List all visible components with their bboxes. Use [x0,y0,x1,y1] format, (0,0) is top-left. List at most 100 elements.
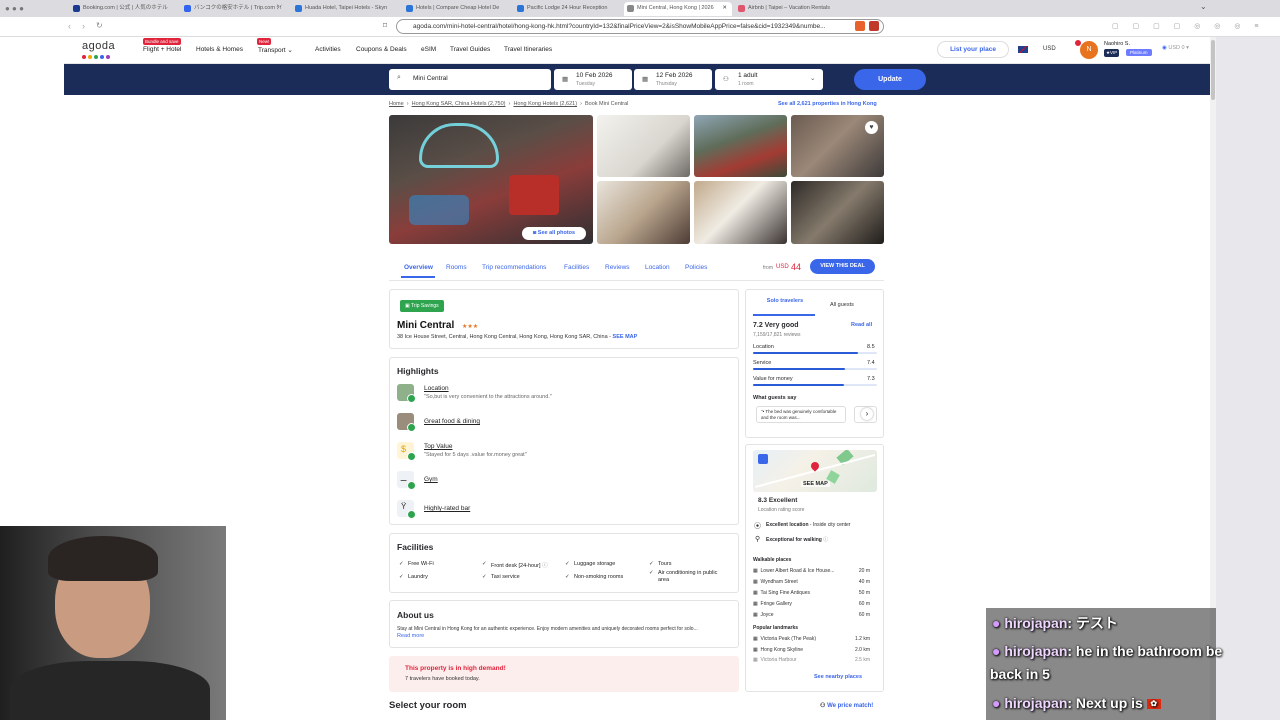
guest-quote-card[interactable]: "• The bed was genuinely comfortable and… [756,406,846,423]
photo-thumb[interactable]: ♥ [791,115,884,177]
highlights-title: Highlights [397,366,439,376]
photo-thumb[interactable] [694,115,787,177]
photo-thumb[interactable] [694,181,787,244]
browser-tab[interactable]: Hotels | Compare Cheap Hotel De [403,2,511,16]
brave-shield-icon[interactable] [855,21,865,31]
tab-solo-travelers[interactable]: Solo travelers [764,298,806,305]
streamer-shirt-image [10,661,210,720]
metric-value: 7.3 [867,376,875,382]
info-icon[interactable]: ⓘ [823,537,828,543]
breadcrumb-city[interactable]: Hong Kong Hotels (2,621) [513,101,577,107]
forward-icon[interactable]: › [82,21,85,31]
scrollbar-thumb[interactable] [1211,40,1215,100]
location-score: 8.3 Excellent [758,497,798,504]
update-button[interactable]: Update [854,69,926,90]
window-controls[interactable]: ● ● ● [5,4,24,13]
nav-esim[interactable]: eSIM [421,46,436,53]
tab-facilities[interactable]: Facilities [564,264,589,271]
nav-hotels-homes[interactable]: Hotels & Homes [196,46,243,53]
highlight-gym[interactable]: Gym [424,476,438,483]
nav-flight-hotel[interactable]: Flight + Hotel [143,46,181,53]
metric-bar-fill [753,368,845,370]
user-name[interactable]: Naohiro S. [1104,41,1130,47]
tab-overflow-icon[interactable]: ⌄ [1200,2,1207,11]
balance[interactable]: ◉ USD 0 ▾ [1162,45,1189,51]
nav-travel-itineraries[interactable]: Travel Itineraries [504,46,552,53]
browser-tab[interactable]: Huada Hotel, Taipei Hotels - Skyn [292,2,400,16]
highlight-top-value[interactable]: Top Value [424,443,452,450]
main-photo[interactable]: ◙ See all photos [389,115,593,244]
nav-transport[interactable]: Transport ⌄ [258,46,293,54]
read-more-link[interactable]: Read more [397,633,424,639]
browser-tab[interactable]: Airbnb | Taipei – Vacation Rentals [735,2,865,16]
highlight-food[interactable]: Great food & dining [424,418,480,425]
map-see-map[interactable]: SEE MAP [801,481,830,487]
browser-tab[interactable]: Pacific Lodge 24 Hour Reception [514,2,622,16]
tab-rooms[interactable]: Rooms [446,264,467,271]
list-your-place-button[interactable]: List your place [937,41,1009,58]
agoda-logo-dots [82,54,110,61]
facility-item: Taxi service [482,574,520,580]
breadcrumb-country[interactable]: Hong Kong SAR, China Hotels (2,750) [412,101,506,107]
landmark: ▦ Victoria Peak (The Peak) [753,636,817,642]
map-preview[interactable]: SEE MAP [753,450,877,492]
breadcrumb-home[interactable]: Home [389,101,404,107]
coin-icon: ◉ [1162,45,1167,51]
tab-trip-recommendations[interactable]: Trip recommendations [482,264,546,271]
bookmark-icon[interactable]: ⌑ [383,21,387,30]
highlight-location[interactable]: Location [424,385,449,392]
landmark-icon: ▦ [753,647,758,653]
calendar-icon: ▦ [562,76,569,83]
walkable-title: Walkable places [753,557,792,563]
destination-input[interactable]: ⌕ Mini Central [389,69,551,90]
walkable-distance: 50 m [858,590,870,596]
landmark-distance: 1.2 km [854,636,870,642]
currency-selector[interactable]: USD [1043,46,1056,52]
photo-thumb[interactable] [791,181,884,244]
high-demand-banner [389,656,739,692]
see-nearby-link[interactable]: See nearby places [814,674,862,680]
checkout-field[interactable]: ▦ 12 Feb 2026 Thursday [634,69,712,90]
metric-bar [753,352,877,354]
mic-icon: ● [992,695,1001,711]
tab-overview[interactable]: Overview [404,264,433,271]
nav-activities[interactable]: Activities [315,46,341,53]
see-map-link[interactable]: SEE MAP [613,334,638,340]
facilities-title: Facilities [397,542,434,552]
view-deal-button[interactable]: VIEW THIS DEAL [810,259,875,274]
reload-icon[interactable]: ↻ [96,21,103,30]
agoda-logo[interactable]: agoda [82,40,115,52]
tab-all-guests[interactable]: All guests [830,302,854,308]
building-icon: ▦ [753,590,758,596]
price-match-link[interactable]: ⚇ We price match! [820,702,873,709]
see-all-properties-link[interactable]: See all 2,621 properties in Hong Kong [778,101,877,107]
browser-tab[interactable]: バンコクの格安ホテル | Trip.com ﾀｲ [181,2,289,16]
browser-tab-active[interactable]: Mini Central, Hong Kong | 2026 ✕ [624,2,732,16]
tab-location[interactable]: Location [645,264,670,271]
address-bar[interactable]: agoda.com/mini-hotel-central/hotel/hong-… [396,19,884,34]
chevron-right-icon[interactable]: › [861,408,873,420]
nav-coupons[interactable]: Coupons & Deals [356,46,407,53]
toolbar-icons[interactable]: ▢ ▢ ▢ ▢ ◎ ◎ ◎ ≡ [1112,22,1264,30]
see-all-photos-button[interactable]: ◙ See all photos [522,227,586,240]
photo-thumb[interactable] [597,115,690,177]
info-icon[interactable]: ⓘ [542,563,548,569]
avatar[interactable]: N [1080,41,1098,59]
guests-field[interactable]: ⚇ 1 adult 1 room ⌄ [715,69,823,90]
nav-travel-guides[interactable]: Travel Guides [450,46,490,53]
tab-policies[interactable]: Policies [685,264,707,271]
heart-icon[interactable]: ♥ [865,121,878,134]
back-icon[interactable]: ‹ [68,21,71,31]
metric-label: Location [753,344,774,350]
exceptional-walking: Exceptional for walking ⓘ [766,537,829,543]
checkin-field[interactable]: ▦ 10 Feb 2026 Tuesday [554,69,632,90]
extension-icon[interactable] [869,21,879,31]
walking-icon: ⚲ [755,536,761,543]
highlight-bar[interactable]: Highly-rated bar [424,505,470,512]
tab-reviews[interactable]: Reviews [605,264,630,271]
close-tab-icon[interactable]: ✕ [722,2,727,15]
uk-flag-icon[interactable] [1018,46,1028,53]
read-all-link[interactable]: Read all [851,322,872,328]
browser-tab[interactable]: Booking.com | 公式 | 人気のホテル [70,2,178,16]
photo-thumb[interactable] [597,181,690,244]
